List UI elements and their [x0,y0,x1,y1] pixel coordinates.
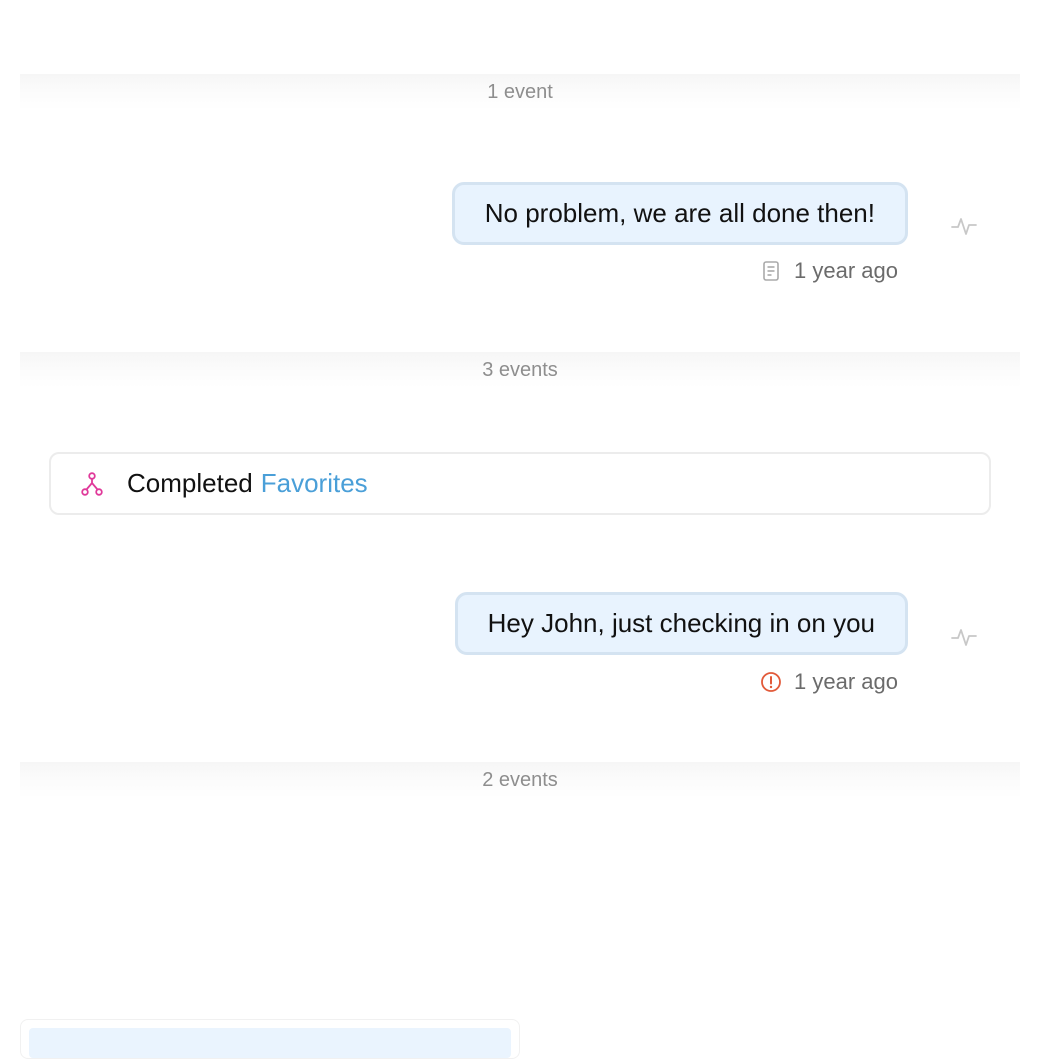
composer-input[interactable] [29,1028,511,1058]
message-text: No problem, we are all done then! [484,198,875,228]
error-alert-icon[interactable] [760,671,782,693]
workflow-action: Completed [127,468,253,498]
workflow-event-card: Completed Favorites [49,452,991,515]
workflow-link[interactable]: Favorites [261,468,368,499]
activity-icon[interactable] [950,623,978,651]
event-group-divider[interactable]: 3 events [20,352,1020,388]
document-icon [763,261,779,281]
message-composer[interactable] [20,1019,520,1059]
message-timestamp: 1 year ago [794,258,898,283]
event-group-divider[interactable]: 1 event [20,74,1020,110]
event-count-label: 2 events [482,768,558,791]
message-bubble[interactable]: No problem, we are all done then! [451,182,908,245]
message-meta: 1 year ago [760,669,898,695]
message-bubble[interactable]: Hey John, just checking in on you [454,592,908,655]
event-group-divider[interactable]: 2 events [20,762,1020,798]
activity-icon[interactable] [950,212,978,240]
message-text: Hey John, just checking in on you [487,608,875,638]
workflow-icon [81,471,103,496]
message-meta: 1 year ago [760,258,898,284]
event-count-label: 3 events [482,358,558,381]
event-count-label: 1 event [487,80,553,103]
message-timestamp: 1 year ago [794,669,898,694]
